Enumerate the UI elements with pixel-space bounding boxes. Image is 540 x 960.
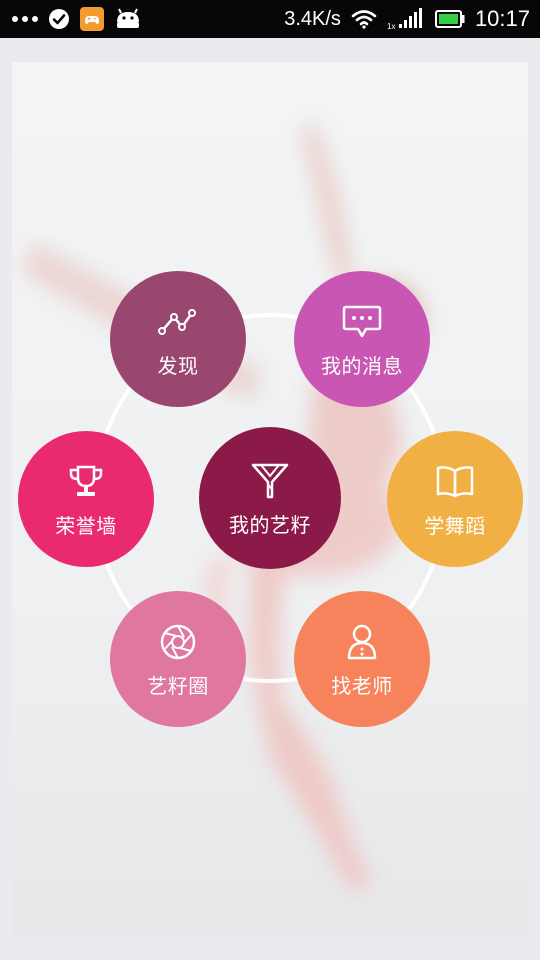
menu-item-label: 荣誉墙 xyxy=(55,513,117,538)
status-left xyxy=(12,6,142,32)
menu-item-yizi-circle[interactable]: 艺籽圈 xyxy=(110,591,246,727)
screen: 3.4K/s 1x 10:17 发现 我的消息 荣誉墙 我的艺籽 学舞蹈 艺籽圈… xyxy=(0,0,540,960)
y-logo-icon xyxy=(248,459,292,503)
line-graph-icon xyxy=(156,300,200,344)
trophy-icon xyxy=(64,460,108,504)
clock: 10:17 xyxy=(474,6,530,31)
open-book-icon xyxy=(433,460,477,504)
menu-item-my-messages[interactable]: 我的消息 xyxy=(294,271,430,407)
more-dots-icon xyxy=(12,16,38,22)
menu-item-label: 找老师 xyxy=(331,673,393,698)
status-bar: 3.4K/s 1x 10:17 xyxy=(0,0,540,38)
menu-center-my-yizi[interactable]: 我的艺籽 xyxy=(199,427,341,569)
menu-item-honor-wall[interactable]: 荣誉墙 xyxy=(18,431,154,567)
menu-item-label: 艺籽圈 xyxy=(147,673,209,698)
teacher-person-icon xyxy=(340,620,384,664)
menu-item-label: 发现 xyxy=(157,353,199,378)
menu-item-label: 学舞蹈 xyxy=(424,513,486,538)
menu-item-discover[interactable]: 发现 xyxy=(110,271,246,407)
camera-aperture-icon xyxy=(156,620,200,664)
message-bubble-icon xyxy=(340,300,384,344)
check-circle-icon xyxy=(49,9,69,29)
android-robot-icon xyxy=(117,8,139,28)
wifi-icon xyxy=(351,10,377,29)
menu-item-learn-dance[interactable]: 学舞蹈 xyxy=(387,431,523,567)
network-speed: 3.4K/s xyxy=(284,7,341,30)
svg-text:1x: 1x xyxy=(387,22,395,30)
menu-center-label: 我的艺籽 xyxy=(229,512,311,537)
menu-item-label: 我的消息 xyxy=(321,353,403,378)
game-controller-app-icon xyxy=(80,7,104,31)
status-right: 3.4K/s 1x 10:17 xyxy=(284,4,530,34)
battery-icon xyxy=(434,10,465,28)
menu-item-find-teacher[interactable]: 找老师 xyxy=(294,591,430,727)
signal-icon: 1x xyxy=(387,8,422,30)
